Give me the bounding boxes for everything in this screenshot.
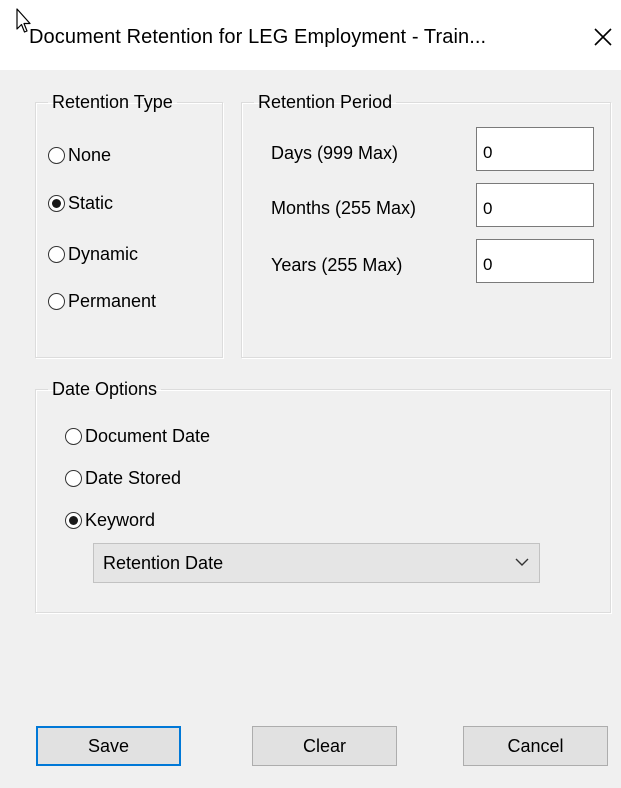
cancel-button[interactable]: Cancel	[463, 726, 608, 766]
radio-retention-permanent[interactable]: Permanent	[48, 291, 156, 312]
radio-retention-none[interactable]: None	[48, 145, 111, 166]
window-title: Document Retention for LEG Employment - …	[29, 26, 487, 48]
radio-circle	[48, 246, 65, 263]
close-icon	[594, 28, 612, 46]
days-label: Days (999 Max)	[271, 143, 399, 163]
days-input[interactable]	[476, 127, 594, 171]
keyword-dropdown[interactable]: Retention Date	[93, 543, 540, 583]
radio-label: Dynamic	[68, 244, 139, 264]
radio-label: Date Stored	[85, 468, 182, 488]
clear-button[interactable]: Clear	[252, 726, 397, 766]
radio-retention-dynamic[interactable]: Dynamic	[48, 244, 138, 265]
radio-label: Keyword	[85, 510, 156, 530]
radio-date-stored[interactable]: Date Stored	[65, 468, 181, 489]
retention-type-group: Retention Type	[35, 92, 223, 358]
radio-label: Permanent	[68, 291, 157, 311]
mouse-pointer-icon	[16, 8, 31, 33]
years-label: Years (255 Max)	[271, 255, 403, 275]
months-input[interactable]	[476, 183, 594, 227]
radio-retention-static[interactable]: Static	[48, 193, 113, 214]
radio-circle	[65, 428, 82, 445]
date-options-legend: Date Options	[52, 379, 158, 399]
retention-period-legend: Retention Period	[258, 92, 393, 112]
chevron-down-icon	[515, 558, 529, 566]
radio-circle-selected	[48, 195, 65, 212]
years-input[interactable]	[476, 239, 594, 283]
radio-circle-selected	[65, 512, 82, 529]
save-button[interactable]: Save	[36, 726, 181, 766]
keyword-dropdown-value: Retention Date	[103, 553, 224, 573]
radio-circle	[48, 147, 65, 164]
radio-circle	[48, 293, 65, 310]
radio-label: Static	[68, 193, 114, 213]
radio-document-date[interactable]: Document Date	[65, 426, 210, 447]
radio-label: Document Date	[85, 426, 211, 446]
title-bar[interactable]: Document Retention for LEG Employment - …	[0, 0, 621, 70]
close-button[interactable]	[586, 20, 620, 54]
retention-type-legend: Retention Type	[52, 92, 173, 112]
radio-label: None	[68, 145, 112, 165]
dialog-body: Retention Type None Static Dynamic Perma…	[0, 70, 621, 788]
months-label: Months (255 Max)	[271, 198, 417, 218]
retention-dialog: Document Retention for LEG Employment - …	[0, 0, 621, 788]
radio-keyword[interactable]: Keyword	[65, 510, 155, 531]
radio-circle	[65, 470, 82, 487]
